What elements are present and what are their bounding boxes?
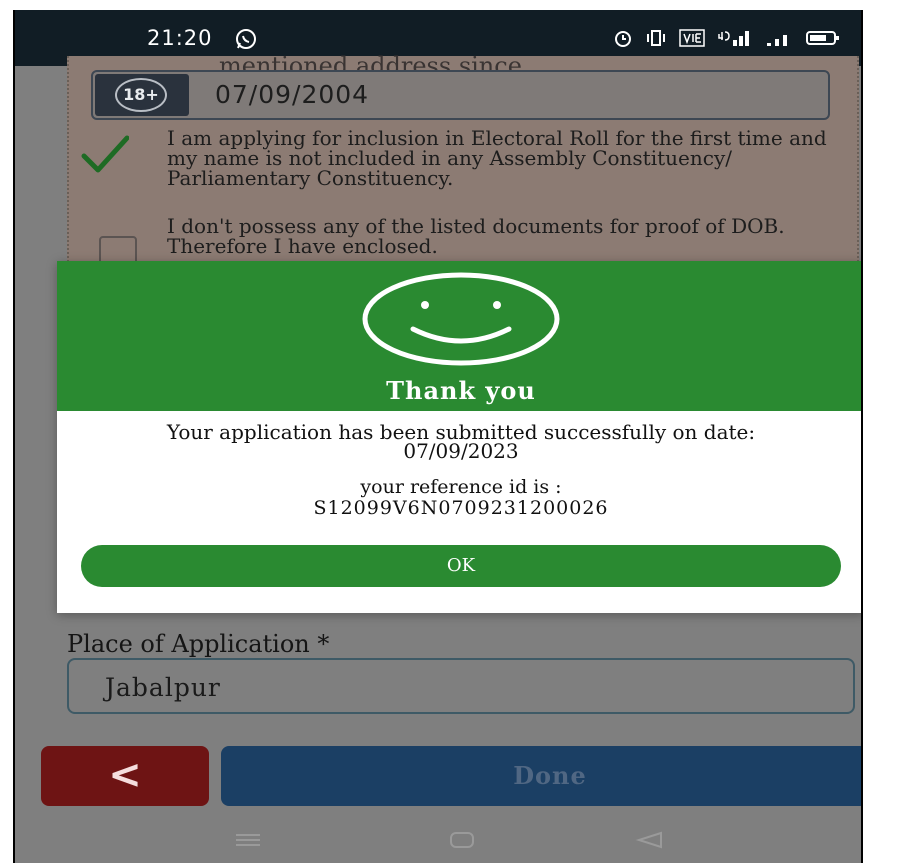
age-18-icon: 18+	[115, 78, 167, 112]
back-button[interactable]: <	[41, 746, 209, 806]
first-time-declaration-text: I am applying for inclusion in Electoral…	[167, 126, 827, 190]
no-docs-declaration-text: I don't possess any of the listed docume…	[167, 214, 785, 258]
age-badge: 18+	[95, 74, 189, 116]
battery-icon	[806, 31, 839, 45]
system-nav-bar	[15, 820, 861, 863]
place-of-application-value: Jabalpur	[105, 673, 221, 702]
vibrate-icon	[647, 30, 665, 46]
ok-button[interactable]: OK	[81, 545, 841, 587]
dialog-title: Thank you	[386, 376, 536, 405]
done-button[interactable]: Done	[221, 746, 861, 806]
dialog-message: Your application has been submitted succ…	[166, 420, 756, 463]
back-nav-icon[interactable]	[635, 830, 665, 850]
status-icons	[613, 26, 841, 50]
smiley-icon	[362, 272, 560, 366]
signal-4g-icon	[718, 31, 749, 46]
success-dialog-header: Thank you	[57, 261, 861, 411]
alarm-icon	[615, 31, 631, 47]
place-of-application-label: Place of Application *	[67, 630, 330, 658]
phone-screen: 21:20 mentioned address since, 18+ 07/09…	[13, 10, 863, 863]
whatsapp-icon	[236, 29, 256, 49]
place-of-application-field[interactable]: Jabalpur	[67, 658, 855, 714]
home-nav-icon[interactable]	[447, 830, 477, 850]
volte-icon	[679, 29, 705, 47]
dob-value: 07/09/2004	[215, 80, 370, 109]
signal-icon	[767, 35, 787, 46]
reference-id-value: S12099V6N0709231200026	[313, 497, 609, 519]
success-dialog: Thank you Your application has been subm…	[57, 261, 861, 613]
reference-id-label: your reference id is :	[360, 476, 562, 498]
status-time: 21:20	[147, 26, 213, 50]
checkmark-icon[interactable]	[81, 134, 129, 174]
dob-field[interactable]: 18+ 07/09/2004	[91, 70, 830, 120]
menu-nav-icon[interactable]	[233, 830, 263, 850]
